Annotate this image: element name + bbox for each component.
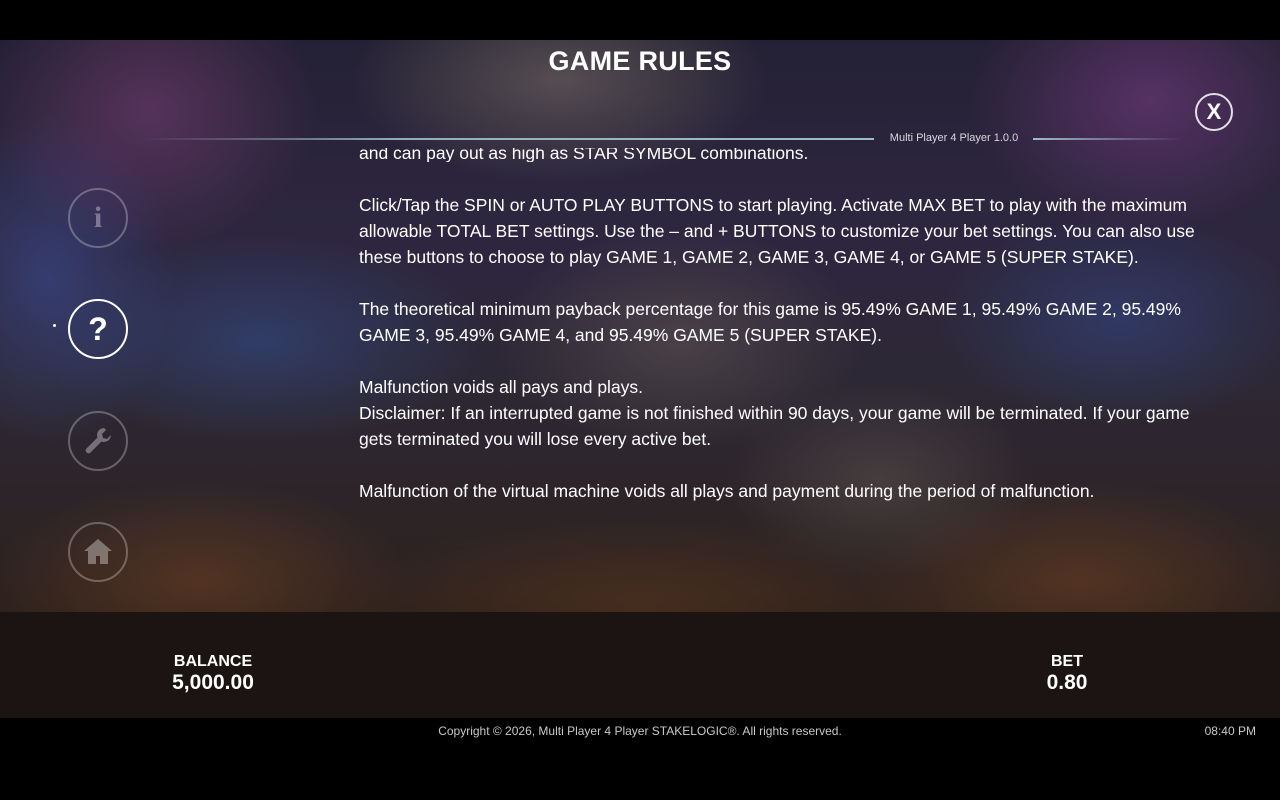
close-button[interactable]: X (1195, 93, 1233, 131)
rules-paragraph: The theoretical minimum payback percenta… (359, 299, 1181, 345)
close-icon: X (1206, 99, 1222, 124)
help-button[interactable]: ? (68, 299, 128, 359)
title-divider-left (140, 138, 874, 140)
settings-button[interactable] (68, 411, 128, 471)
home-icon (84, 539, 112, 564)
title-divider-right (1033, 138, 1183, 140)
clock: 08:40 PM (1204, 724, 1256, 738)
rules-partial-line: and can pay out as high as STAR SYMBOL c… (359, 148, 809, 162)
rules-paragraph: Disclaimer: If an interrupted game is no… (359, 403, 1190, 449)
active-indicator-dot (53, 324, 56, 327)
version-label: Multi Player 4 Player 1.0.0 (889, 132, 1019, 144)
top-bar (0, 0, 1280, 40)
info-button[interactable]: i (68, 188, 128, 248)
help-icon: ? (88, 311, 108, 347)
balance-label: BALANCE (173, 653, 253, 670)
wrench-icon (85, 428, 111, 454)
bet-value: 0.80 (1046, 671, 1088, 694)
rules-paragraph: Malfunction voids all pays and plays. (359, 377, 644, 397)
bet-label: BET (1051, 653, 1083, 670)
info-icon: i (93, 201, 103, 234)
rules-paragraph: Malfunction of the virtual machine voids… (359, 481, 1095, 501)
copyright-text: Copyright © 2026, Multi Player 4 Player … (438, 724, 842, 738)
rules-paragraph: Click/Tap the SPIN or AUTO PLAY BUTTONS … (359, 195, 1195, 267)
rules-content[interactable]: and can pay out as high as STAR SYMBOL c… (359, 148, 1219, 548)
page-title: GAME RULES (548, 46, 732, 76)
balance-value: 5,000.00 (172, 671, 254, 694)
home-button[interactable] (68, 522, 128, 582)
